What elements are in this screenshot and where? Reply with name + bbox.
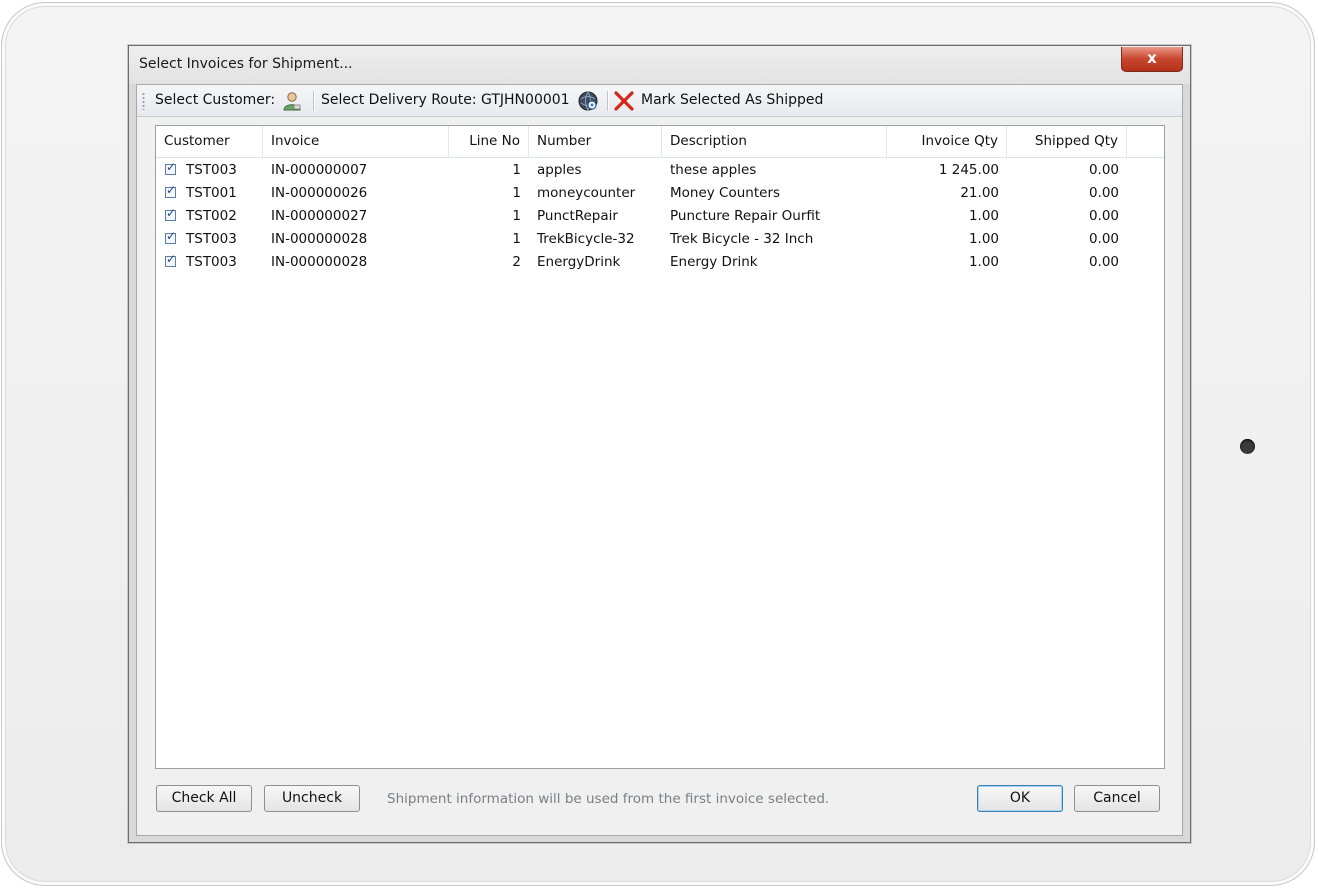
checkbox-checked-icon[interactable] (165, 229, 176, 244)
route-value: GTJHN00001 (481, 92, 570, 108)
cell-customer: TST003 (186, 231, 237, 247)
table-row[interactable]: TST003 IN-000000028 1 TrekBicycle-32 Tre… (156, 228, 1164, 251)
cell-shipped-qty: 0.00 (1088, 208, 1119, 224)
dialog-client-area: Select Customer: Select Delivery Route: … (136, 84, 1183, 836)
uncheck-button[interactable]: Uncheck (264, 785, 360, 812)
check-all-button[interactable]: Check All (156, 785, 252, 812)
checkbox-checked-icon[interactable] (165, 183, 176, 198)
cell-line-no: 1 (512, 231, 521, 247)
cell-number: apples (537, 162, 582, 178)
dialog-window: Select Invoices for Shipment... x Select… (128, 45, 1191, 843)
grid-header: Customer Invoice Line No Number Descript… (156, 126, 1164, 158)
checkbox-checked-icon[interactable] (165, 206, 176, 221)
cell-customer: TST003 (186, 162, 237, 178)
cell-shipped-qty: 0.00 (1088, 162, 1119, 178)
column-header-invoice[interactable]: Invoice (263, 126, 449, 157)
cell-customer: TST003 (186, 254, 237, 270)
cell-description: Energy Drink (670, 254, 758, 270)
cell-invoice-qty: 1 245.00 (938, 162, 999, 178)
cell-customer: TST002 (186, 208, 237, 224)
cell-invoice-qty: 21.00 (960, 185, 999, 201)
table-row[interactable]: TST003 IN-000000028 2 EnergyDrink Energy… (156, 251, 1164, 274)
toolbar-grip[interactable] (142, 92, 145, 110)
cell-invoice: IN-000000028 (271, 231, 368, 247)
shipment-info-note: Shipment information will be used from t… (387, 791, 830, 807)
cell-description: Trek Bicycle - 32 Inch (670, 231, 814, 247)
cell-line-no: 1 (512, 162, 521, 178)
cell-invoice: IN-000000028 (271, 254, 368, 270)
table-row[interactable]: TST003 IN-000000007 1 apples these apple… (156, 159, 1164, 182)
cell-description: Money Counters (670, 185, 781, 201)
red-x-icon[interactable] (613, 90, 635, 112)
cell-number: TrekBicycle-32 (537, 231, 635, 247)
select-customer-label: Select Customer: (155, 92, 276, 108)
cell-invoice-qty: 1.00 (968, 231, 999, 247)
column-header-invoice-qty[interactable]: Invoice Qty (887, 126, 1007, 157)
ok-button[interactable]: OK (977, 785, 1063, 812)
cell-number: moneycounter (537, 185, 636, 201)
column-header-customer[interactable]: Customer (156, 126, 263, 157)
table-row[interactable]: TST001 IN-000000026 1 moneycounter Money… (156, 182, 1164, 205)
cell-invoice: IN-000000007 (271, 162, 368, 178)
toolbar-separator (607, 91, 609, 111)
cell-number: PunctRepair (537, 208, 618, 224)
cell-description: these apples (670, 162, 757, 178)
cancel-button[interactable]: Cancel (1074, 785, 1160, 812)
cell-customer: TST001 (186, 185, 237, 201)
cell-line-no: 1 (512, 185, 521, 201)
window-title: Select Invoices for Shipment... (139, 56, 353, 72)
cell-line-no: 2 (512, 254, 521, 270)
cell-invoice-qty: 1.00 (968, 208, 999, 224)
invoice-grid: Customer Invoice Line No Number Descript… (155, 125, 1165, 769)
cell-shipped-qty: 0.00 (1088, 185, 1119, 201)
checkbox-checked-icon[interactable] (165, 252, 176, 267)
mark-selected-shipped-button[interactable]: Mark Selected As Shipped (641, 92, 823, 108)
cell-invoice-qty: 1.00 (968, 254, 999, 270)
title-bar: Select Invoices for Shipment... x (129, 46, 1190, 84)
globe-route-icon[interactable] (577, 90, 599, 112)
table-row[interactable]: TST002 IN-000000027 1 PunctRepair Punctu… (156, 205, 1164, 228)
column-header-number[interactable]: Number (529, 126, 662, 157)
close-button[interactable]: x (1121, 47, 1183, 72)
cell-invoice: IN-000000027 (271, 208, 368, 224)
column-header-description[interactable]: Description (662, 126, 887, 157)
select-route-label: Select Delivery Route: (321, 92, 477, 108)
column-header-line-no[interactable]: Line No (449, 126, 529, 157)
cell-number: EnergyDrink (537, 254, 621, 270)
toolbar-separator (313, 91, 315, 111)
tablet-home-button (1240, 439, 1255, 454)
cell-shipped-qty: 0.00 (1088, 254, 1119, 270)
cell-invoice: IN-000000026 (271, 185, 368, 201)
checkbox-checked-icon[interactable] (165, 160, 176, 175)
column-header-shipped-qty[interactable]: Shipped Qty (1007, 126, 1127, 157)
cell-shipped-qty: 0.00 (1088, 231, 1119, 247)
cell-description: Puncture Repair Ourfit (670, 208, 821, 224)
cell-line-no: 1 (512, 208, 521, 224)
user-icon[interactable] (281, 90, 303, 112)
toolbar: Select Customer: Select Delivery Route: … (137, 85, 1182, 117)
